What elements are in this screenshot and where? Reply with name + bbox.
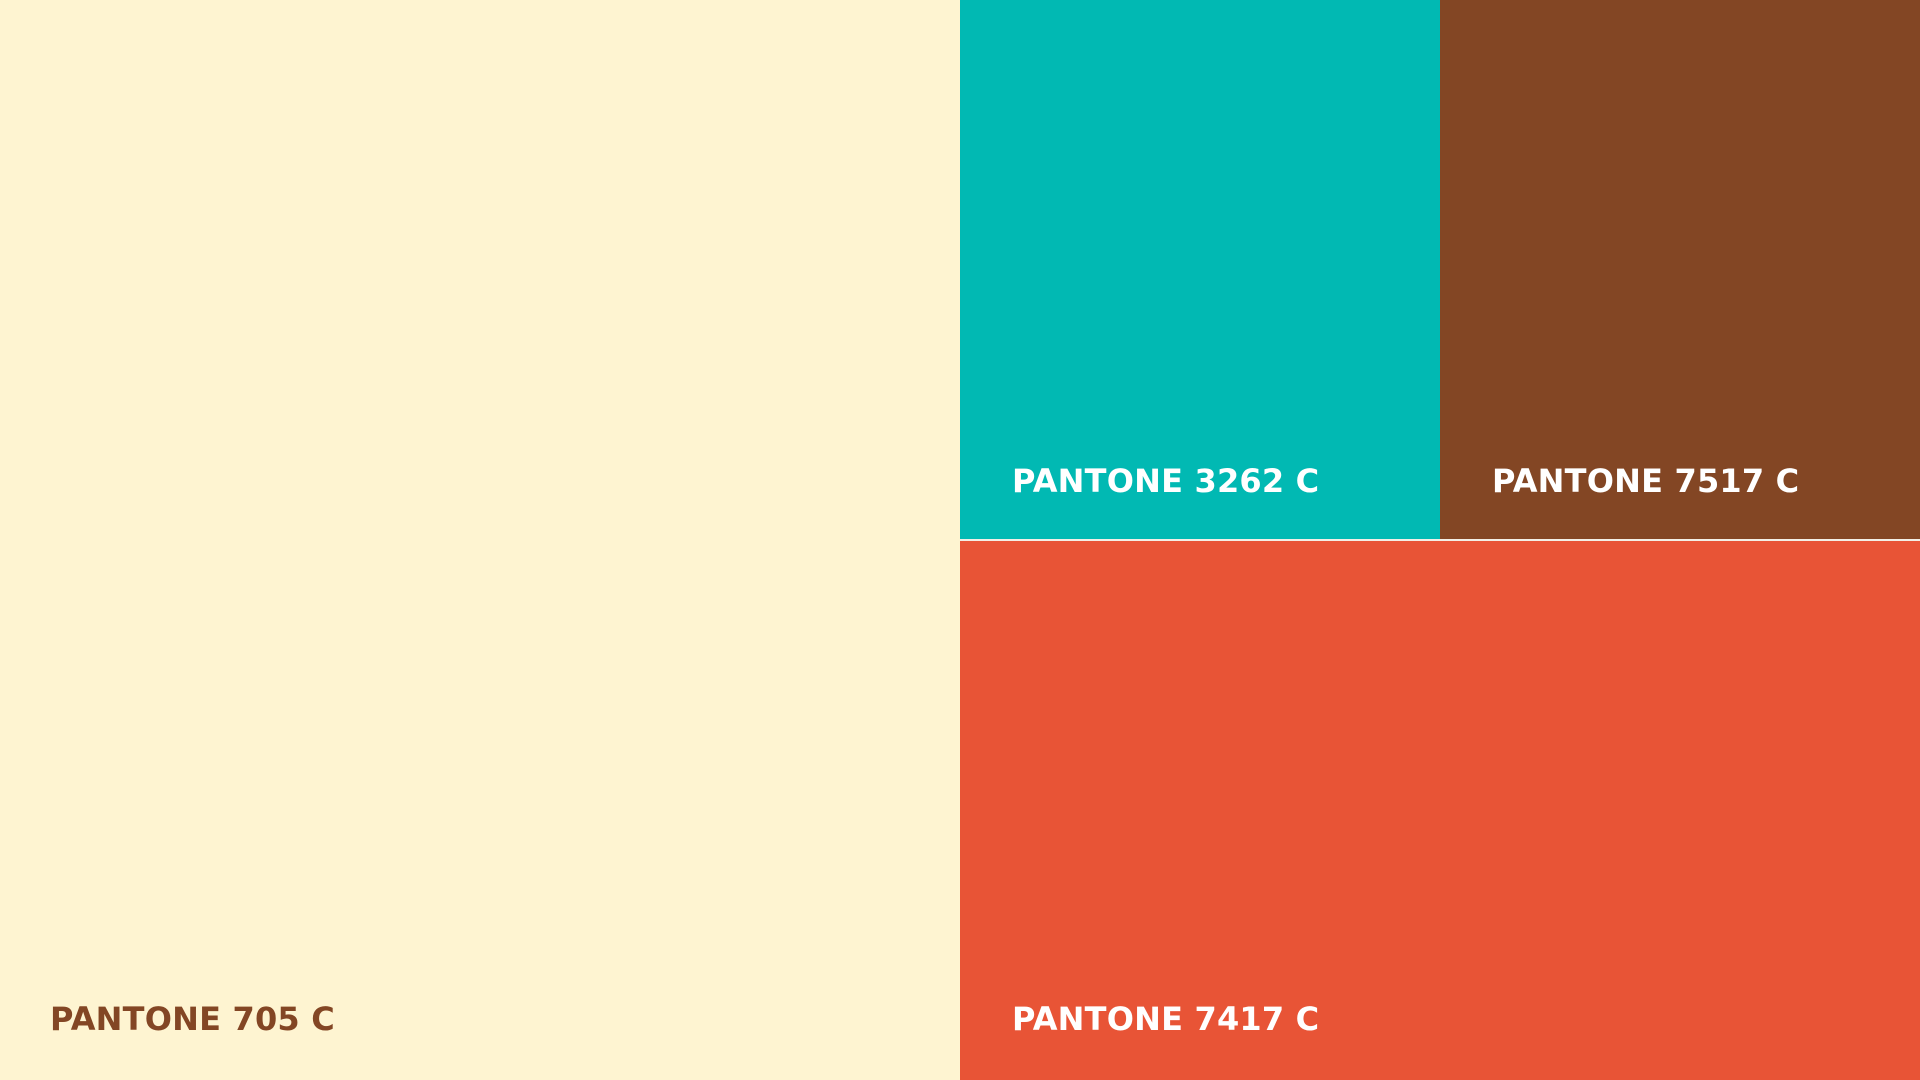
swatch-label-pantone-7517c: PANTONE 7517 C: [1492, 462, 1800, 500]
swatch-label-pantone-7417c: PANTONE 7417 C: [1012, 1000, 1320, 1038]
color-palette: PANTONE 705 C PANTONE 3262 C PANTONE 751…: [0, 0, 1920, 1080]
swatch-pantone-7517c: PANTONE 7517 C: [1440, 0, 1920, 539]
swatch-pantone-3262c: PANTONE 3262 C: [960, 0, 1440, 539]
swatch-label-pantone-705c: PANTONE 705 C: [50, 1000, 335, 1038]
swatch-pantone-7417c: PANTONE 7417 C: [960, 541, 1920, 1080]
swatch-pantone-705c: PANTONE 705 C: [0, 0, 960, 1080]
swatch-label-pantone-3262c: PANTONE 3262 C: [1012, 462, 1320, 500]
